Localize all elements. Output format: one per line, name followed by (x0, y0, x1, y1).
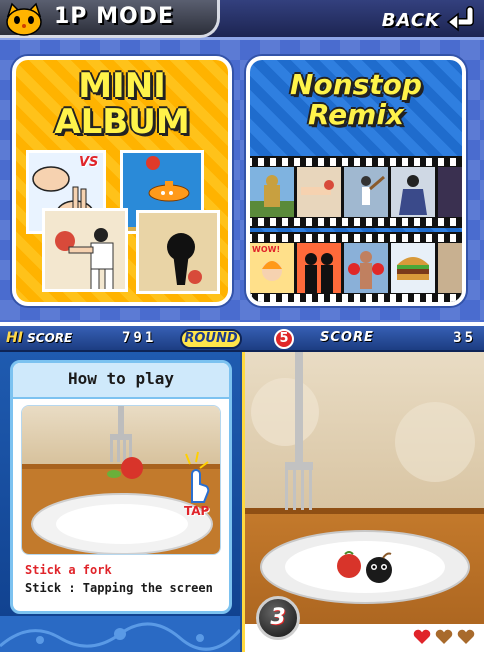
mini-album-title: MINI ALBUM (16, 68, 228, 140)
tap-label: TAP (184, 504, 210, 518)
vs-label: VS (79, 155, 99, 170)
mode-badge: 1P MODE (0, 0, 220, 38)
keyhole-thumbnail (136, 210, 220, 294)
bottom-screen: HI SCORE 791 ROUND 5 SCORE 35 How to pla… (0, 326, 484, 652)
film-frame-silhouettes (297, 243, 341, 293)
cat-face-icon (6, 2, 42, 36)
lives-indicator (412, 628, 476, 646)
heart-empty-icon (456, 628, 476, 646)
stick-caption: Stick a fork (25, 563, 112, 577)
tutorial-plate-fork-icon (22, 406, 220, 554)
nonstop-remix-title: Nonstop Remix (250, 70, 462, 130)
film-frame-statue (250, 167, 294, 217)
round-label: ROUND (180, 329, 242, 349)
film-frame-extra (438, 243, 462, 293)
film-strip-top (250, 156, 462, 228)
how-to-play-panel: How to play TAP Stick a fork Stick: Tap… (0, 352, 240, 652)
top-screen: 1P MODE BACK MINI ALBUM VS Nonstop Remix… (0, 0, 484, 322)
top-bar: 1P MODE BACK (0, 0, 484, 40)
stick-instruction: Stick : Tapping the screen (25, 581, 213, 595)
bomb-counter: 3 (256, 596, 300, 640)
karate-thumbnail (42, 208, 128, 292)
score-value: 35 (453, 330, 476, 346)
heart-empty-icon (434, 628, 454, 646)
wow-label: WOW! (252, 245, 281, 254)
hiscore-prefix: HI (6, 330, 23, 346)
back-label: BACK (381, 9, 440, 31)
how-to-play-header: How to play (13, 363, 229, 399)
film-frame-burger (391, 243, 435, 293)
mini-album-title-line2: ALBUM (54, 102, 190, 142)
floral-ornament-icon (0, 616, 240, 652)
tutorial-scene: TAP (21, 405, 221, 555)
bomb-count: 3 (270, 605, 286, 630)
hiscore-suffix: SCORE (27, 331, 73, 345)
hiscore-label: HI SCORE (6, 330, 72, 346)
mini-album-button[interactable]: MINI ALBUM VS (12, 56, 232, 306)
mini-album-title-line1: MINI (78, 66, 166, 106)
round-number: 5 (274, 329, 294, 349)
remix-title-line2: Remix (308, 98, 404, 131)
film-frame-arm (297, 167, 341, 217)
how-to-play-card: How to play TAP Stick a fork Stick: Tap… (10, 360, 232, 614)
remix-title-line1: Nonstop (290, 68, 422, 101)
film-frame-girl: WOW! (250, 243, 294, 293)
film-strip-bottom: WOW! (250, 232, 462, 302)
hud-bar: HI SCORE 791 ROUND 5 SCORE 35 (0, 326, 484, 352)
score-label: SCORE (320, 330, 374, 345)
heart-full-icon (412, 628, 432, 646)
back-button[interactable]: BACK (356, 4, 476, 36)
film-frame-samurai (391, 167, 435, 217)
return-arrow-icon (446, 6, 474, 32)
film-frame-dark (438, 167, 462, 217)
film-frame-batter (344, 167, 388, 217)
karate-fighter-icon (45, 211, 125, 289)
hiscore-value: 791 (122, 330, 157, 346)
film-frame-boxer (344, 243, 388, 293)
nonstop-remix-button[interactable]: Nonstop Remix WOW! (246, 56, 466, 306)
mode-title: 1P MODE (54, 4, 174, 29)
how-to-play-title: How to play (68, 369, 174, 388)
keyhole-icon (139, 213, 217, 291)
